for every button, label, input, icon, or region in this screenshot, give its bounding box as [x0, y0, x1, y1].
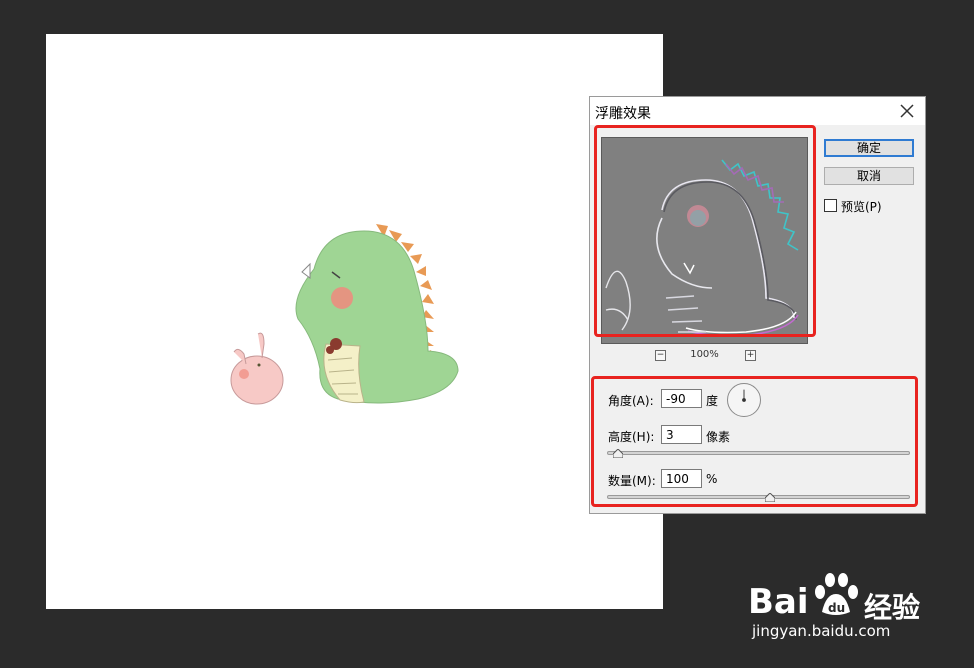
watermark-brand-left: Bai [748, 582, 809, 622]
height-slider-thumb[interactable] [612, 449, 623, 458]
dino-figure [295, 230, 459, 404]
dinosaur-and-bunny-illustration [230, 224, 459, 405]
preview-checkbox-label: 预览(P) [841, 200, 882, 214]
amount-label: 数量(M): [608, 474, 656, 488]
angle-label: 角度(A): [608, 394, 654, 408]
height-unit: 像素 [706, 430, 731, 444]
zoom-in-icon[interactable]: + [745, 350, 756, 361]
height-label: 高度(H): [608, 430, 655, 444]
dialog-title: 浮雕效果 [595, 106, 651, 122]
dialog-titlebar: 浮雕效果 [590, 97, 925, 125]
zoom-level: 100% [690, 349, 719, 360]
ok-button[interactable]: 确定 [824, 139, 914, 157]
height-slider-track[interactable] [607, 451, 910, 455]
zoom-controls: − 100% + [601, 349, 808, 363]
watermark-brand-right: 经验 [864, 591, 921, 624]
document-canvas[interactable] [46, 34, 663, 609]
amount-slider-thumb[interactable] [765, 493, 776, 502]
preview-checkbox[interactable] [824, 199, 837, 212]
height-input[interactable] [661, 425, 702, 444]
watermark-url: jingyan.baidu.com [752, 622, 891, 640]
amount-slider-track[interactable] [607, 495, 910, 499]
emboss-dialog: 浮雕效果 − 100% + 确定 取消 预览(P) 角度(A): -90 度 高… [589, 96, 926, 514]
amount-unit: % [706, 472, 718, 486]
svg-text:du: du [828, 601, 845, 615]
preview-thumbnail[interactable] [601, 137, 808, 344]
bunny-figure [230, 332, 284, 405]
cancel-button[interactable]: 取消 [824, 167, 914, 185]
paw-icon: du [815, 573, 858, 615]
close-icon[interactable] [897, 101, 917, 121]
angle-unit: 度 [706, 394, 719, 408]
amount-input[interactable] [661, 469, 702, 488]
angle-input[interactable] [661, 389, 702, 408]
baidu-jingyan-watermark: Bai du 经验 jingyan.baidu.com [748, 560, 968, 650]
embossed-preview-image [605, 159, 799, 337]
angle-dial-icon[interactable] [727, 383, 761, 417]
